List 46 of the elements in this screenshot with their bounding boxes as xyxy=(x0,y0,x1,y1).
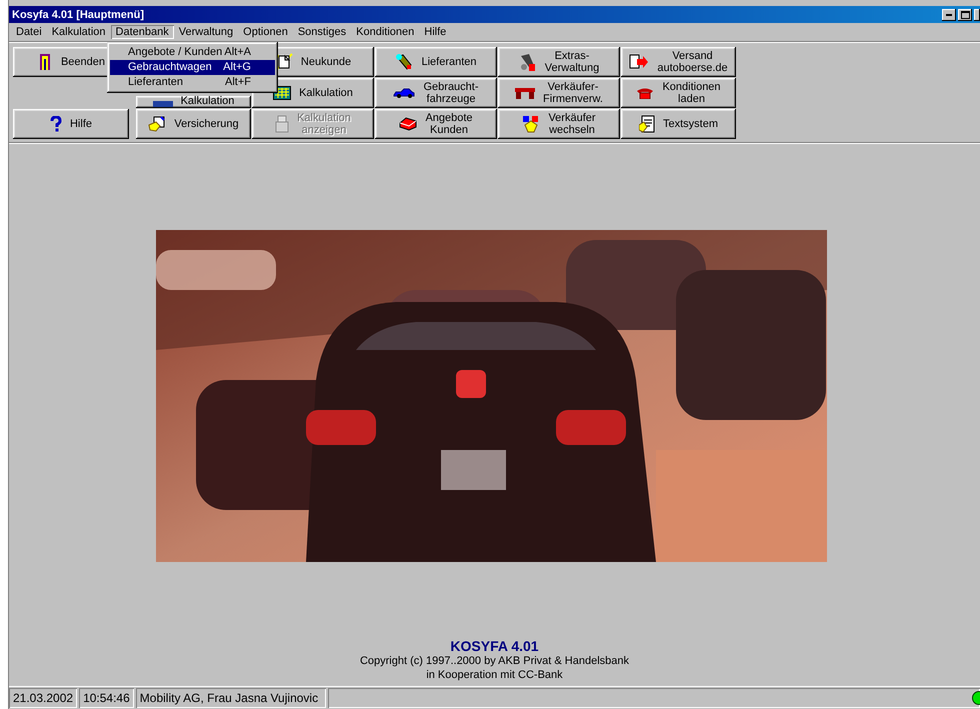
status-user: Mobility AG, Frau Jasna Vujinovic xyxy=(136,688,326,708)
menu-item[interactable]: Gebrauchtwagen Alt+G xyxy=(110,60,275,75)
window-title: Kosyfa 4.01 [Hauptmenü] xyxy=(12,8,146,20)
document-arrow-icon xyxy=(629,54,650,70)
close-button[interactable] xyxy=(974,8,980,20)
tools-icon xyxy=(518,52,537,72)
menu-item[interactable]: Sonstiges xyxy=(292,25,352,39)
notepad-icon xyxy=(638,115,655,133)
flashlight-icon xyxy=(395,54,414,70)
toolbar-button[interactable]: Verkäufer wechseln xyxy=(498,109,620,139)
menu-item[interactable]: Datenbank xyxy=(110,25,174,39)
toolbar-button[interactable]: Gebraucht- fahrzeuge xyxy=(375,78,497,108)
menu-item[interactable]: Datei xyxy=(11,25,47,39)
toolbar-button[interactable]: Lieferanten xyxy=(375,47,497,77)
help-icon xyxy=(50,116,62,132)
desk-icon xyxy=(515,87,536,99)
product-title: KOSYFA 4.01 xyxy=(450,638,539,654)
menu-item[interactable]: Hilfe xyxy=(419,25,452,39)
car-icon xyxy=(393,88,416,98)
minimize-icon xyxy=(946,14,952,16)
status-date: 21.03.2002 xyxy=(9,688,78,708)
people-icon xyxy=(522,115,540,133)
status-time: 10:54:46 xyxy=(79,688,134,708)
copyright-text: Copyright (c) 1997..2000 by AKB Privat & Handelsbank xyxy=(360,654,630,668)
maximize-button[interactable] xyxy=(958,8,972,20)
toolbar-button[interactable]: Hilfe xyxy=(13,109,129,139)
phone-icon xyxy=(636,87,654,99)
toolbar-button[interactable]: Kalkulation xyxy=(136,96,251,108)
slab-icon xyxy=(152,101,173,107)
toolbar-button[interactable]: Extras- Verwaltung xyxy=(498,47,620,77)
toolbar-button[interactable]: Konditionen laden xyxy=(621,78,736,108)
toolbar-button[interactable]: Versicherung xyxy=(136,109,251,139)
toolbar-button[interactable]: Verkäufer- Firmenverw. xyxy=(498,78,620,108)
maximize-icon xyxy=(960,10,970,18)
toolbar-button[interactable]: Textsystem xyxy=(621,109,736,139)
menu-item[interactable]: Optionen xyxy=(238,25,293,39)
menu-item[interactable]: Verwaltung xyxy=(174,25,238,39)
toolbar-button[interactable]: Angebote Kunden xyxy=(375,109,497,139)
box-icon xyxy=(399,117,418,131)
copyright-text: in Kooperation mit CC-Bank xyxy=(426,668,563,682)
minimize-button[interactable] xyxy=(942,8,956,20)
toolbar-button[interactable]: Versand autoboerse.de xyxy=(621,47,736,77)
menu-item[interactable]: Kalkulation xyxy=(46,25,111,39)
hand-document-icon xyxy=(148,116,166,132)
printer-icon xyxy=(275,115,290,133)
menu-item[interactable]: Konditionen xyxy=(351,25,420,39)
